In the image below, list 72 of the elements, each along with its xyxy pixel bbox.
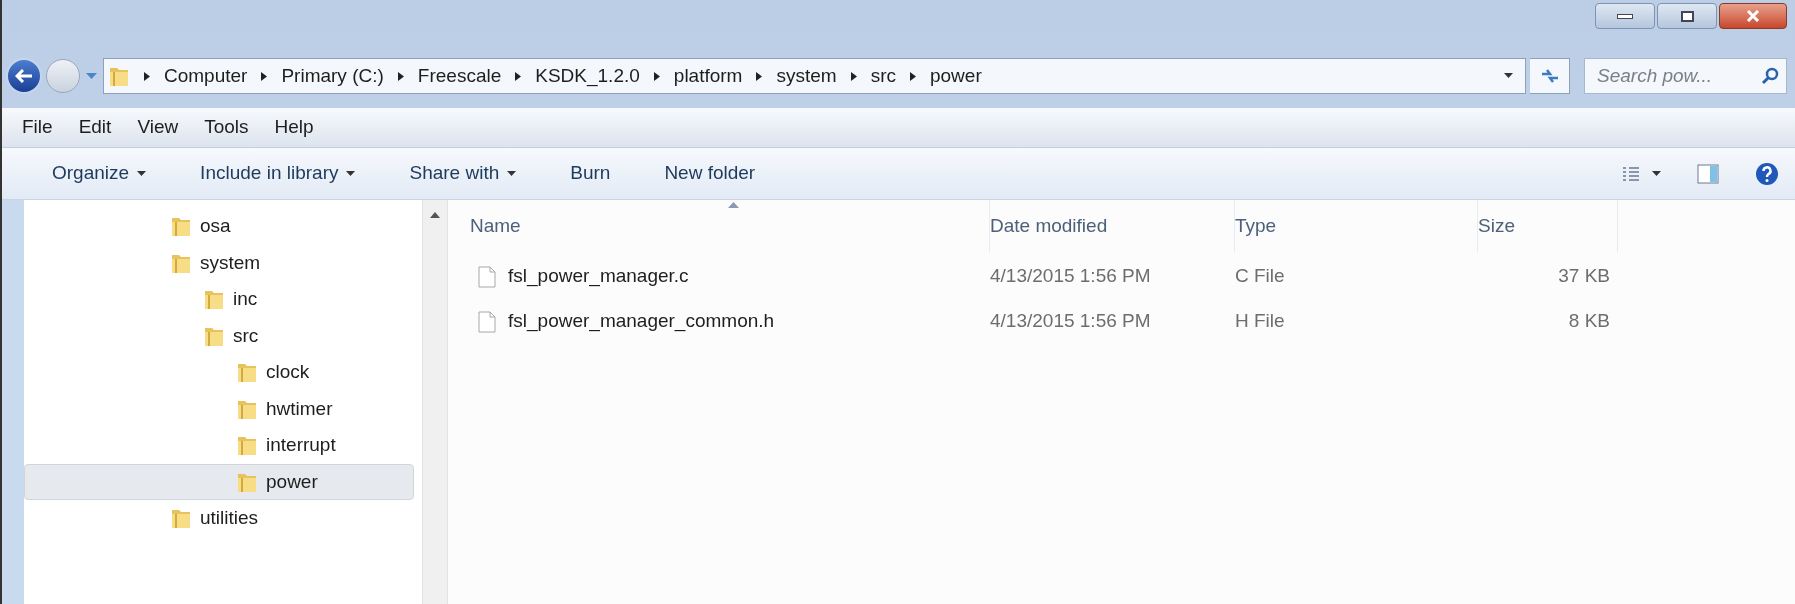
chevron-right-icon [850, 71, 857, 81]
toolbar-button[interactable]: New folder [664, 159, 756, 188]
menu-item[interactable]: Tools [204, 113, 249, 142]
maximize-button[interactable] [1657, 3, 1717, 29]
breadcrumb-segment[interactable]: KSDK_1.2.0 [535, 61, 640, 91]
scroll-up-icon [430, 212, 440, 218]
table-cell-text: C File [1235, 264, 1286, 289]
chevron-right-icon [397, 71, 404, 81]
file-icon [478, 310, 496, 333]
column-header[interactable]: Type [1235, 200, 1478, 252]
caret-icon [1652, 170, 1661, 177]
tree-item[interactable]: osa [24, 208, 414, 245]
column-header[interactable]: Date modified [990, 200, 1235, 252]
refresh-button[interactable] [1530, 58, 1570, 94]
file-icon [478, 265, 496, 288]
file-name[interactable]: fsl_power_manager.c [508, 262, 689, 291]
close-button[interactable] [1719, 3, 1787, 29]
breadcrumb-segment[interactable]: Computer [164, 61, 248, 91]
toolbar-button[interactable]: Burn [570, 159, 611, 188]
tree-item[interactable]: utilities [24, 500, 414, 537]
tree-item[interactable]: hwtimer [24, 390, 414, 427]
toolbar-button[interactable]: Organize [52, 159, 147, 188]
tree-item[interactable]: inc [24, 281, 414, 318]
menu-item[interactable]: Help [274, 113, 314, 142]
breadcrumb-segment[interactable]: platform [673, 61, 743, 91]
column-header[interactable]: Size [1478, 200, 1618, 252]
tree-item[interactable]: interrupt [24, 427, 414, 464]
breadcrumb-segment[interactable]: power [929, 61, 982, 91]
help-button[interactable] [1755, 161, 1779, 186]
arrow-left-icon [15, 69, 33, 83]
caret-icon [507, 170, 517, 177]
chevron-right-icon [756, 71, 763, 81]
breadcrumb-segment[interactable]: system [776, 61, 837, 91]
file-name[interactable]: fsl_power_manager_common.h [508, 307, 775, 336]
tree-item[interactable]: clock [24, 354, 414, 391]
tree-item[interactable]: src [24, 317, 414, 354]
table-cell-text: 8 KB [1567, 309, 1611, 334]
toolbar-button[interactable]: Include in library [200, 159, 356, 188]
caret-icon [137, 170, 147, 177]
toolbar-button[interactable]: Share with [409, 159, 517, 188]
breadcrumb-segment[interactable]: src [870, 61, 896, 91]
chevron-right-icon [653, 71, 660, 81]
tree-item[interactable]: power [24, 463, 414, 500]
back-button[interactable] [6, 58, 42, 94]
table-cell-text: 4/13/2015 1:56 PM [990, 264, 1152, 289]
preview-pane-icon [1697, 163, 1719, 184]
caret-icon [1504, 73, 1513, 79]
refresh-icon [1539, 68, 1560, 84]
minimize-button[interactable] [1595, 3, 1655, 29]
table-cell-text: H File [1235, 309, 1286, 334]
table-cell-text: 37 KB [1557, 264, 1611, 289]
chevron-right-icon [515, 71, 522, 81]
chevron-right-icon [909, 71, 916, 81]
close-icon [1746, 10, 1760, 22]
scrollbar[interactable] [422, 200, 448, 604]
dropdown-icon [86, 72, 97, 80]
breadcrumb-segment[interactable]: Freescale [417, 61, 502, 91]
menu-item[interactable]: Edit [78, 113, 112, 142]
chevron-right-icon [261, 71, 268, 81]
chevron-right-icon [144, 71, 150, 81]
tree-item[interactable]: system [24, 244, 414, 281]
menu-item[interactable]: File [22, 113, 53, 142]
table-cell-text: 4/13/2015 1:56 PM [990, 309, 1152, 334]
sort-ascending-icon [728, 202, 739, 208]
search-field[interactable]: Search pow... [1584, 58, 1787, 94]
menu-item[interactable]: View [137, 113, 179, 142]
breadcrumb-segment[interactable]: Primary (C:) [281, 61, 384, 91]
search-icon [1761, 67, 1779, 85]
list-view-icon [1622, 165, 1640, 182]
caret-icon [346, 170, 356, 177]
address-bar[interactable]: Computer Primary (C:) Freescale KSDK_1.2.0 platform system src power [103, 58, 1526, 94]
view-options-button[interactable] [1622, 165, 1661, 182]
